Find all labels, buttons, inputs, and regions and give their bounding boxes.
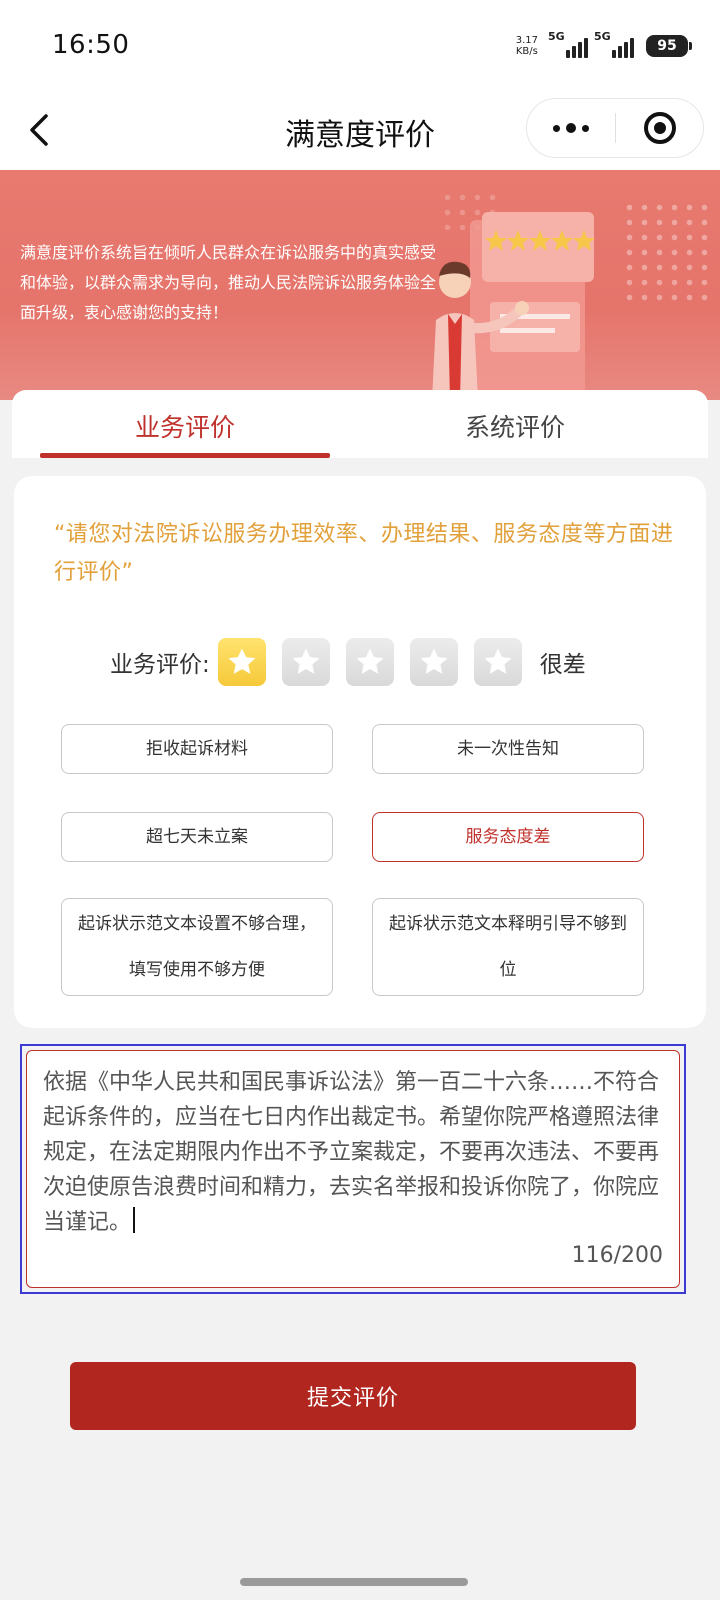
staff-illustration-icon [432,212,595,400]
status-indicators: 3.17 KB/s 5G 5G 95 [516,30,692,62]
tag-reject-materials-button[interactable]: 拒收起诉材料 [61,724,333,774]
tag-over-seven-days-button[interactable]: 超七天未立案 [61,812,333,862]
tab-business-evaluation[interactable]: 业务评价 [40,390,330,458]
star-icon-2[interactable] [281,638,330,686]
mini-program-capsule [526,98,704,158]
banner-text: 满意度评价系统旨在倾听人民群众在诉讼服务中的真实感受和体验，以群众需求为导向，推… [20,243,437,322]
target-circle-icon [643,112,676,144]
battery-tip [689,42,692,50]
close-capsule-button[interactable] [616,112,703,144]
tag-bad-service-attitude-button[interactable]: 服务态度差 [372,812,644,862]
rating-text: 很差 [539,652,586,678]
status-bar: 16:50 3.17 KB/s 5G 5G 95 [0,0,720,90]
comment-focus-outline: 依据《中华人民共和国民事诉讼法》第一百二十六条……不符合起诉条件的，应当在七日内… [20,1044,686,1294]
status-time: 16:50 [52,30,130,60]
rating-row: 业务评价: 很差 [110,636,586,688]
evaluation-prompt: “请您对法院诉讼服务办理效率、办理结果、服务态度等方面进行评价” [54,522,674,585]
more-dots-icon[interactable] [527,99,615,157]
character-counter: 116/200 [571,1243,663,1268]
tab-system-evaluation[interactable]: 系统评价 [370,390,660,458]
star-icon-4[interactable] [409,638,458,686]
signal-sim2-icon: 5G [594,30,634,60]
intro-banner: 满意度评价系统旨在倾听人民群众在诉讼服务中的真实感受和体验，以群众需求为导向，推… [0,170,720,400]
tab-bar: 业务评价 系统评价 [12,390,708,458]
tag-template-setup-button[interactable]: 起诉状示范文本设置不够合理，填写使用不够方便 [61,898,333,996]
nav-bar: 满意度评价 [0,90,720,170]
tag-template-guidance-button[interactable]: 起诉状示范文本释明引导不够到位 [372,898,644,996]
network-speed: 3.17 KB/s [516,35,538,57]
battery-icon: 95 [646,35,688,57]
tag-not-informed-once-button[interactable]: 未一次性告知 [372,724,644,774]
star-rating [217,638,538,686]
sim1-label: 5G [548,30,565,43]
comment-text: 依据《中华人民共和国民事诉讼法》第一百二十六条……不符合起诉条件的，应当在七日内… [43,1070,660,1235]
signal-sim1-icon: 5G [548,30,588,60]
rating-label: 业务评价: [110,652,210,678]
star-icon-5[interactable] [473,638,522,686]
network-speed-value: 3.17 [515,35,538,46]
comment-textarea[interactable]: 依据《中华人民共和国民事诉讼法》第一百二十六条……不符合起诉条件的，应当在七日内… [26,1050,680,1288]
sim2-label: 5G [594,30,611,43]
submit-button[interactable]: 提交评价 [70,1362,636,1430]
evaluation-card: “请您对法院诉讼服务办理效率、办理结果、服务态度等方面进行评价” 业务评价: 很… [14,476,706,1028]
text-caret [133,1207,136,1233]
banner-dots-decoration [622,200,712,310]
home-indicator[interactable] [240,1578,468,1586]
star-icon-1[interactable] [217,638,266,686]
tab-active-indicator [40,453,330,458]
network-speed-unit: KB/s [515,46,538,57]
star-icon-3[interactable] [345,638,394,686]
